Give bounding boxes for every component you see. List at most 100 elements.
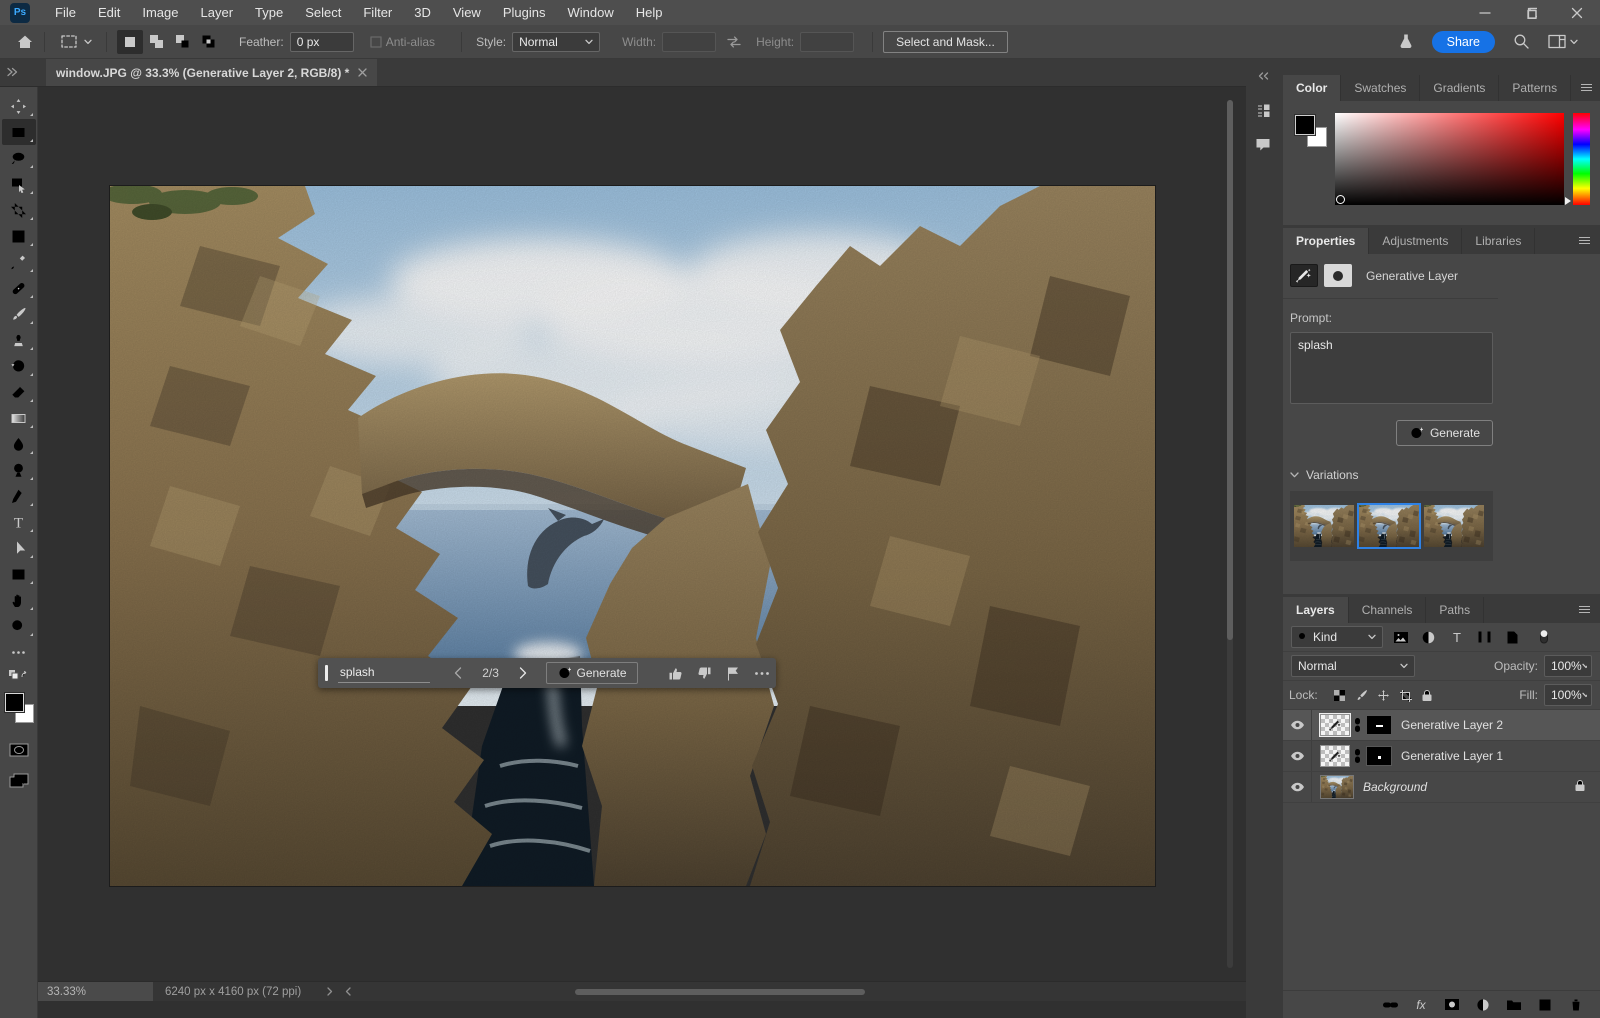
layer-name[interactable]: Generative Layer 1 [1401,749,1503,763]
filter-toggle-switch[interactable] [1533,627,1554,647]
tool-zoom[interactable] [2,613,36,639]
comments-panel-icon[interactable] [1248,131,1278,157]
variation-thumbnail-2-selected[interactable] [1359,505,1419,547]
quick-mask-button[interactable] [2,739,36,761]
layer-mask-thumbnail[interactable] [1366,715,1392,735]
menu-item[interactable]: 3D [403,0,442,25]
previous-variation-button[interactable] [444,667,473,679]
variation-thumbnail-3[interactable] [1424,505,1484,547]
tool-hand[interactable] [2,587,36,613]
tool-blur[interactable] [2,431,36,457]
generative-layer-thumbnail[interactable] [1320,745,1350,767]
background-lock-icon[interactable] [1574,779,1586,795]
layer-name[interactable]: Generative Layer 2 [1401,718,1503,732]
panel-color-swatches[interactable] [1293,113,1327,153]
menu-item[interactable]: Window [556,0,624,25]
layer-row-generative-2[interactable]: Generative Layer 2 [1283,710,1600,741]
panel-tab[interactable]: Patterns [1499,75,1571,101]
taskbar-prompt-input[interactable]: splash [338,663,430,683]
fill-field[interactable]: 100% [1544,684,1592,706]
filter-pixel-layers-icon[interactable] [1390,627,1411,647]
panel-tab[interactable]: Properties [1283,228,1369,254]
layer-visibility-toggle[interactable] [1283,772,1312,802]
share-button[interactable]: Share [1432,31,1495,53]
taskbar-drag-handle[interactable] [325,665,328,681]
rate-good-button[interactable] [662,666,691,681]
panel-tab[interactable]: Adjustments [1369,228,1462,254]
filter-smart-objects-icon[interactable] [1502,627,1523,647]
panel-tab[interactable]: Paths [1426,597,1484,623]
panel-tab[interactable]: Channels [1349,597,1427,623]
layer-visibility-toggle[interactable] [1283,710,1312,740]
tool-spot-healing-brush[interactable] [2,275,36,301]
color-field-cursor[interactable] [1336,195,1345,204]
expand-panels-icon[interactable] [1248,63,1278,89]
panel-tab[interactable]: Libraries [1462,228,1535,254]
tool-frame[interactable] [2,223,36,249]
close-tab-icon[interactable] [358,68,367,77]
tool-lasso[interactable] [2,145,36,171]
new-layer-icon[interactable] [1534,998,1556,1012]
layer-mask-thumbnail[interactable] [1366,746,1392,766]
generate-button[interactable]: Generate [1396,420,1493,446]
anti-alias-checkbox[interactable] [370,36,382,48]
zoom-level-field[interactable]: 33.33% [38,982,153,1001]
close-button[interactable] [1554,0,1600,25]
menu-item[interactable]: Filter [352,0,403,25]
adjustment-layer-icon[interactable] [1472,998,1494,1012]
collapse-tabs-icon[interactable] [6,66,18,78]
style-dropdown[interactable]: Normal [512,32,600,52]
vertical-scrollbar[interactable] [1227,100,1233,968]
layer-row-generative-1[interactable]: Generative Layer 1 [1283,741,1600,772]
hue-slider[interactable] [1573,113,1590,205]
menu-item[interactable]: Plugins [492,0,557,25]
panel-tab[interactable]: Gradients [1420,75,1499,101]
contextual-taskbar[interactable]: splash 2/3 Generate [318,658,776,688]
filter-type-layers-icon[interactable]: T [1446,627,1467,647]
home-icon[interactable] [16,33,34,51]
default-colors-control[interactable] [2,665,36,687]
tool-gradient[interactable] [2,405,36,431]
lock-position-icon[interactable] [1377,689,1390,702]
menu-item[interactable]: Layer [190,0,245,25]
history-panel-icon[interactable] [1248,97,1278,123]
panel-tab[interactable]: Layers [1283,597,1349,623]
layer-row-background[interactable]: Background [1283,772,1600,803]
opacity-field[interactable]: 100% [1544,655,1592,677]
feather-input[interactable]: 0 px [290,32,354,52]
filter-adjustment-layers-icon[interactable] [1418,627,1439,647]
next-variation-button[interactable] [509,667,538,679]
minimize-button[interactable] [1462,0,1508,25]
menu-item[interactable]: File [44,0,87,25]
panel-foreground-swatch[interactable] [1295,115,1315,135]
prompt-textarea[interactable]: splash [1290,332,1493,404]
menu-item[interactable]: Edit [87,0,131,25]
report-button[interactable] [719,666,748,681]
generative-layer-thumbnail[interactable] [1320,714,1350,736]
taskbar-generate-button[interactable]: Generate [546,662,638,684]
tool-dodge[interactable] [2,457,36,483]
tool-brush[interactable] [2,301,36,327]
tool-eyedropper[interactable] [2,249,36,275]
new-selection-button[interactable] [117,30,143,54]
tool-clone-stamp[interactable] [2,327,36,353]
tool-path-selection[interactable] [2,535,36,561]
search-icon[interactable] [1513,33,1530,50]
restore-button[interactable] [1508,0,1554,25]
mask-link-icon[interactable] [1353,717,1362,733]
variation-thumbnail-1[interactable] [1294,505,1354,547]
link-layers-icon[interactable] [1379,1000,1401,1010]
lock-pixels-icon[interactable] [1355,689,1368,702]
properties-panel-menu[interactable] [1569,228,1600,254]
tool-edit-toolbar[interactable] [2,639,36,665]
layer-mask-chip[interactable] [1324,264,1352,287]
saturation-brightness-field[interactable] [1335,113,1564,205]
menu-item[interactable]: Image [131,0,189,25]
color-panel-menu[interactable] [1571,75,1600,101]
menu-item[interactable]: View [442,0,492,25]
menu-item[interactable]: Help [625,0,674,25]
tool-move[interactable] [2,93,36,119]
new-group-icon[interactable] [1503,998,1525,1011]
menu-item[interactable]: Type [244,0,294,25]
tool-pen[interactable] [2,483,36,509]
